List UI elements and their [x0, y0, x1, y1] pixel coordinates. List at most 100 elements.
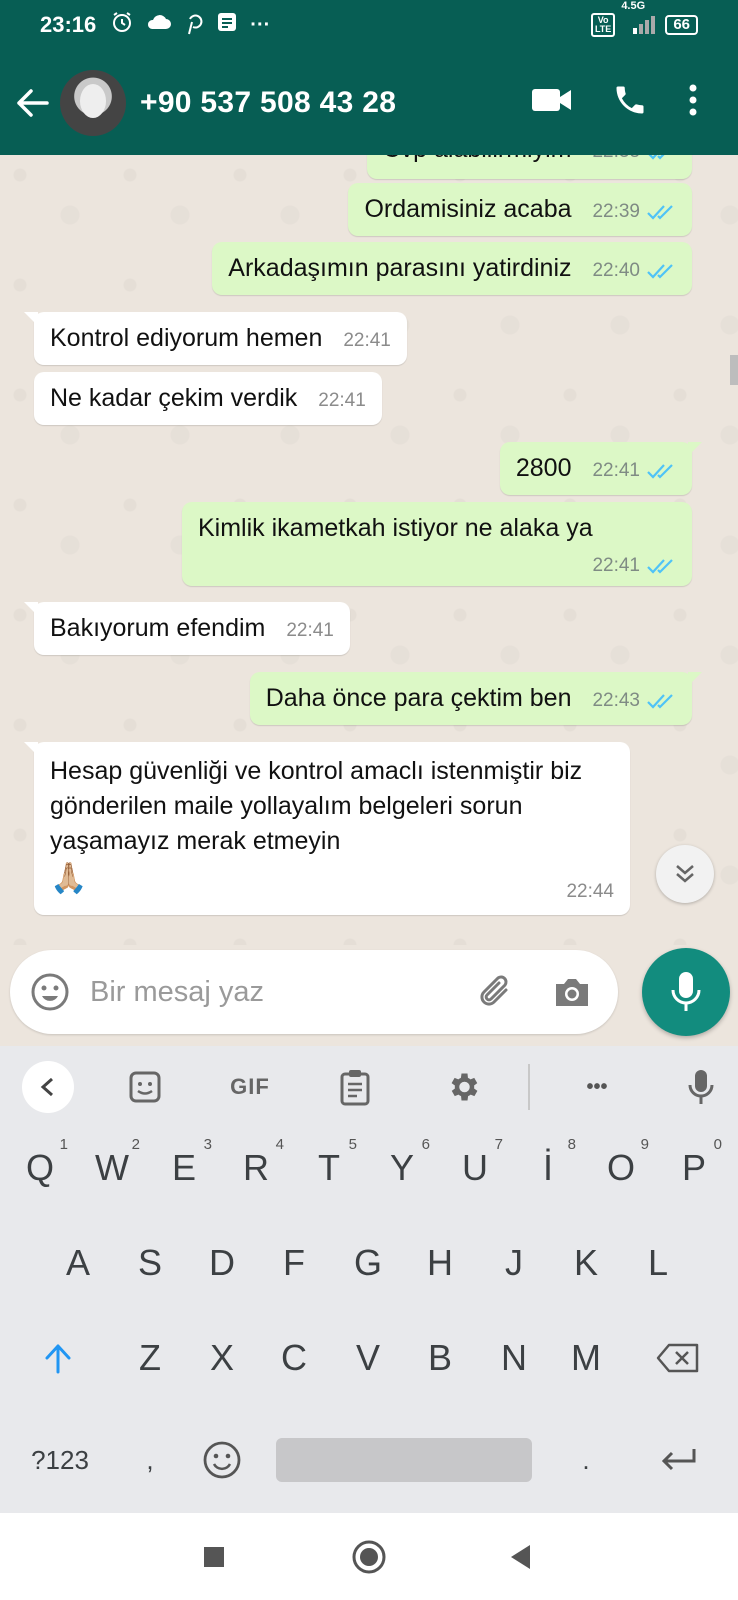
message-outgoing[interactable]: Kimlik ikametkah istiyor ne alaka ya 22:…	[182, 502, 692, 586]
more-notifications-icon: ···	[250, 13, 271, 36]
voice-input-icon[interactable]	[676, 1046, 726, 1128]
emoji-key[interactable]	[188, 1420, 256, 1500]
message-time: 22:41	[286, 620, 334, 641]
key-q[interactable]: Q1	[6, 1128, 74, 1208]
system-navigation-bar	[0, 1513, 738, 1600]
voice-call-icon[interactable]	[612, 82, 648, 123]
message-input[interactable]	[90, 975, 450, 1009]
overflow-menu-icon[interactable]	[688, 83, 698, 122]
message-outgoing[interactable]: 2800 22:41	[499, 442, 703, 495]
read-ticks-icon	[647, 264, 673, 279]
message-time: 22:40	[592, 260, 640, 281]
more-options-button[interactable]: •••	[572, 1046, 622, 1128]
key-d[interactable]: D	[188, 1223, 256, 1303]
scrollbar[interactable]	[730, 355, 738, 385]
read-ticks-icon	[647, 205, 673, 220]
back-triangle-icon[interactable]	[497, 1533, 545, 1581]
period-key[interactable]: .	[552, 1420, 620, 1500]
spacebar-key[interactable]	[276, 1438, 532, 1482]
message-text: Arkadaşımın parasını yatirdiniz	[228, 254, 572, 282]
clipboard-icon[interactable]	[330, 1046, 380, 1128]
scroll-to-bottom-button[interactable]	[656, 845, 714, 903]
message-text: Kimlik ikametkah istiyor ne alaka ya	[198, 514, 593, 542]
message-outgoing[interactable]: Ordamisiniz acaba 22:39	[348, 183, 692, 236]
key-g[interactable]: G	[334, 1223, 402, 1303]
contact-name[interactable]: +90 537 508 43 28	[140, 86, 396, 120]
key-k[interactable]: K	[552, 1223, 620, 1303]
volte-icon: Vo LTE	[590, 13, 616, 37]
read-ticks-icon	[647, 464, 673, 479]
backspace-key[interactable]	[644, 1318, 712, 1398]
settings-gear-icon[interactable]	[438, 1046, 488, 1128]
key-r[interactable]: R4	[222, 1128, 290, 1208]
message-incoming[interactable]: Kontrol ediyorum hemen 22:41	[24, 312, 407, 365]
attachment-icon[interactable]	[472, 968, 520, 1016]
keyboard-collapse-button[interactable]	[22, 1061, 74, 1113]
message-outgoing[interactable]: Arkadaşımın parasını yatirdiniz 22:40	[212, 242, 692, 295]
key-y[interactable]: Y6	[368, 1128, 436, 1208]
message-time: 22:41	[592, 460, 640, 481]
key-v[interactable]: V	[334, 1318, 402, 1398]
key-w[interactable]: W2	[78, 1128, 146, 1208]
shift-key[interactable]	[24, 1318, 92, 1398]
message-time: 22:41	[318, 390, 366, 411]
message-time: 22:38	[592, 155, 640, 163]
key-a[interactable]: A	[44, 1223, 112, 1303]
pinterest-icon	[184, 9, 204, 41]
message-text: Ne kadar çekim verdik	[50, 384, 298, 412]
contact-avatar[interactable]	[60, 69, 126, 136]
key-z[interactable]: Z	[116, 1318, 184, 1398]
message-text: 2800	[515, 454, 572, 482]
key-o[interactable]: O9	[587, 1128, 655, 1208]
key-u[interactable]: U7	[441, 1128, 509, 1208]
symbols-key[interactable]: ?123	[20, 1420, 100, 1500]
key-x[interactable]: X	[188, 1318, 256, 1398]
gif-button[interactable]: GIF	[222, 1046, 278, 1128]
message-time: 22:43	[592, 690, 640, 711]
comma-key[interactable]: ,	[116, 1420, 184, 1500]
key-f[interactable]: F	[260, 1223, 328, 1303]
key-m[interactable]: M	[552, 1318, 620, 1398]
key-n[interactable]: N	[480, 1318, 548, 1398]
key-h[interactable]: H	[406, 1223, 474, 1303]
voice-message-button[interactable]	[642, 948, 730, 1036]
key-j[interactable]: J	[480, 1223, 548, 1303]
message-text: Ordamisiniz acaba	[364, 195, 572, 223]
key-t[interactable]: T5	[295, 1128, 363, 1208]
message-incoming[interactable]: Ne kadar çekim verdik 22:41	[34, 372, 382, 425]
key-e[interactable]: E3	[150, 1128, 218, 1208]
sticker-icon[interactable]	[120, 1046, 170, 1128]
message-incoming[interactable]: Hesap güvenliği ve kontrol amaclı istenm…	[24, 742, 630, 915]
key-b[interactable]: B	[406, 1318, 474, 1398]
key-s[interactable]: S	[116, 1223, 184, 1303]
recents-square-icon[interactable]	[190, 1533, 238, 1581]
enter-arrow-icon	[661, 1449, 696, 1471]
key-p[interactable]: P0	[660, 1128, 728, 1208]
keyboard-toolbar: GIF •••	[0, 1046, 738, 1128]
battery-indicator: 66	[665, 15, 698, 35]
camera-icon[interactable]	[548, 968, 596, 1016]
message-text: Kontrol ediyorum hemen	[50, 324, 323, 352]
message-list[interactable]: Cvp alabilirmiyim 22:38 Ordamisiniz acab…	[0, 155, 738, 945]
key-l[interactable]: L	[624, 1223, 692, 1303]
message-text: Daha önce para çektim ben	[265, 684, 572, 712]
message-outgoing[interactable]: Cvp alabilirmiyim 22:38	[366, 155, 692, 179]
back-arrow-icon[interactable]	[12, 83, 52, 123]
home-circle-icon[interactable]	[345, 1533, 393, 1581]
signal-icon: 4.5G	[621, 0, 656, 36]
message-time: 22:41	[592, 555, 640, 576]
key-c[interactable]: C	[260, 1318, 328, 1398]
key-i-dotted[interactable]: İ8	[514, 1128, 582, 1208]
enter-key[interactable]	[644, 1420, 712, 1500]
message-text: Bakıyorum efendim	[50, 614, 266, 642]
message-text: Cvp alabilirmiyim	[383, 155, 572, 163]
emoji-icon[interactable]	[28, 970, 72, 1014]
microphone-icon	[671, 972, 701, 1011]
message-incoming[interactable]: Bakıyorum efendim 22:41	[24, 602, 350, 655]
read-ticks-icon	[648, 155, 665, 160]
video-call-icon[interactable]	[532, 87, 572, 118]
read-ticks-icon	[647, 559, 673, 574]
alarm-icon	[110, 10, 134, 40]
message-outgoing[interactable]: Daha önce para çektim ben 22:43	[249, 672, 703, 725]
message-time: 22:39	[592, 201, 640, 222]
